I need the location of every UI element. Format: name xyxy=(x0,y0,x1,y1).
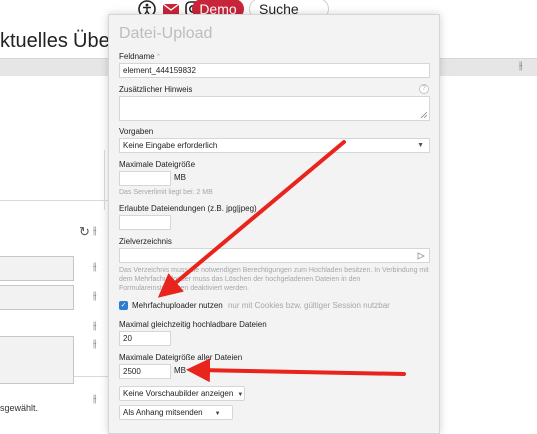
attachment-select-value: Als Anhang mitsenden xyxy=(123,408,203,417)
settings-sliders-icon[interactable]: ⫲ xyxy=(93,393,97,406)
presets-select-value: Keine Eingabe erforderlich xyxy=(123,141,218,150)
nav-item-aktuelles[interactable]: ktuelles xyxy=(0,30,68,53)
settings-sliders-icon[interactable]: ⫲ xyxy=(93,320,97,333)
presets-label: Vorgaben xyxy=(119,127,154,136)
multi-upload-row: Mehrfachuploader nutzen nur mit Cookies … xyxy=(132,301,390,310)
background-textarea[interactable] xyxy=(0,336,74,384)
multi-upload-note: nur mit Cookies bzw. gültiger Session nu… xyxy=(227,301,390,310)
target-dir-label: Zielverzeichnis xyxy=(119,237,172,246)
field-name-label: Feldname * xyxy=(119,52,160,61)
background-field[interactable] xyxy=(0,285,74,310)
max-parallel-label: Maximal gleichzeitig hochladbare Dateien xyxy=(119,320,267,329)
chevron-down-icon: ▼ xyxy=(237,392,244,398)
attachment-select[interactable]: Als Anhang mitsenden ▼ xyxy=(119,405,233,420)
max-total-label: Maximale Dateigröße aller Dateien xyxy=(119,353,243,362)
background-status-text: sgewählt. xyxy=(0,403,39,413)
preview-select[interactable]: Keine Vorschaubilder anzeigen ▼ xyxy=(119,386,245,401)
preview-select-value: Keine Vorschaubilder anzeigen xyxy=(123,389,234,398)
file-upload-dialog: Datei-Upload Feldname * element_44415983… xyxy=(108,14,440,434)
extensions-input[interactable] xyxy=(119,215,171,230)
settings-sliders-icon[interactable]: ⫲ xyxy=(93,225,97,238)
dialog-title: Datei-Upload xyxy=(119,25,213,42)
field-name-label-text: Feldname xyxy=(119,52,155,61)
max-size-unit: MB xyxy=(174,173,186,182)
field-name-input[interactable]: element_444159832 xyxy=(119,63,430,78)
required-mark: * xyxy=(156,52,160,61)
target-dir-hint: Das Verzeichnis muss die notwendigen Ber… xyxy=(119,267,429,292)
folder-browse-icon[interactable] xyxy=(417,252,425,260)
extra-hint-label: Zusätzlicher Hinweis xyxy=(119,85,193,94)
extensions-label: Erlaubte Dateiendungen (z.B. jpg|jpeg) xyxy=(119,204,257,213)
settings-sliders-icon[interactable]: ⫲ xyxy=(519,60,523,73)
max-size-input[interactable] xyxy=(119,171,171,186)
max-parallel-input[interactable]: 20 xyxy=(119,331,171,346)
refresh-icon[interactable]: ↻ xyxy=(79,224,90,240)
background-field[interactable] xyxy=(0,256,74,281)
divider xyxy=(104,150,105,210)
settings-sliders-icon[interactable]: ⫲ xyxy=(93,261,97,274)
settings-sliders-icon[interactable]: ⫲ xyxy=(93,338,97,351)
resize-handle-icon[interactable] xyxy=(421,112,427,118)
chevron-down-icon: ▼ xyxy=(214,411,221,417)
multi-upload-label: Mehrfachuploader nutzen xyxy=(132,301,223,310)
max-total-unit: MB xyxy=(174,366,186,375)
target-dir-input[interactable] xyxy=(119,248,430,263)
max-size-label: Maximale Dateigröße xyxy=(119,160,196,169)
multi-upload-checkbox[interactable]: ✓ xyxy=(119,301,128,310)
chevron-down-icon: ▼ xyxy=(417,142,424,149)
max-total-input[interactable]: 2500 xyxy=(119,364,171,379)
help-icon[interactable]: ? xyxy=(419,84,429,94)
presets-select[interactable]: Keine Eingabe erforderlich ▼ xyxy=(119,138,430,153)
divider xyxy=(0,200,108,201)
extra-hint-textarea[interactable] xyxy=(119,96,430,121)
settings-sliders-icon[interactable]: ⫲ xyxy=(93,290,97,303)
server-limit-hint: Das Serverlimit liegt bei: 2 MB xyxy=(119,189,213,196)
